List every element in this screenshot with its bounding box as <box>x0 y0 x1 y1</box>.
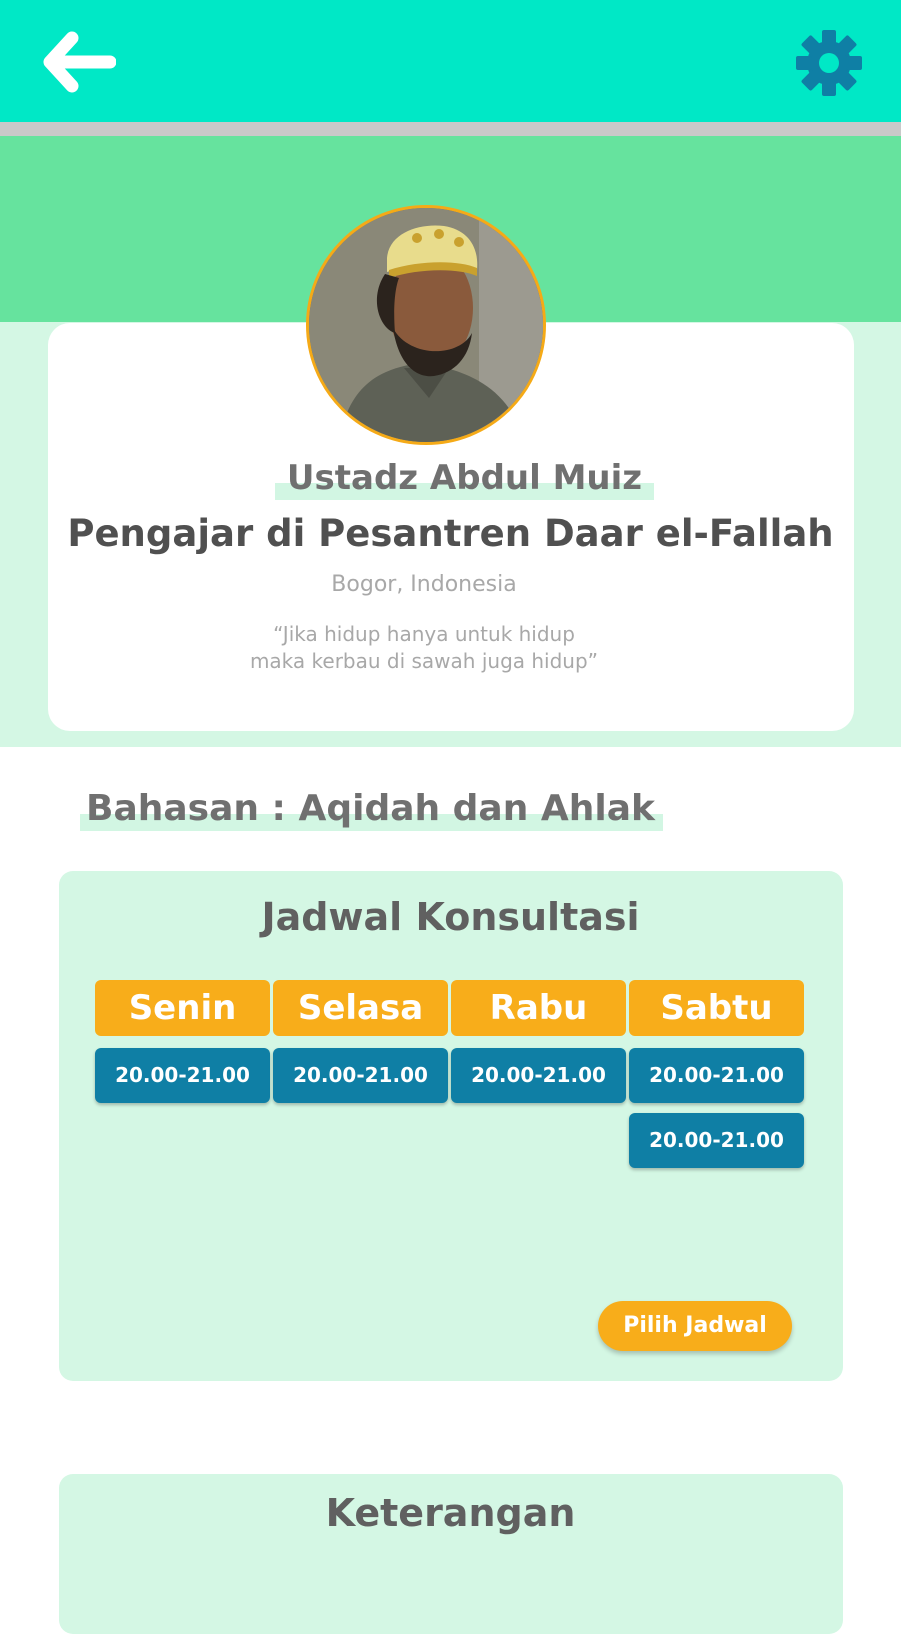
profile-name-row: Ustadz Abdul Muiz <box>0 458 901 500</box>
quote-line-1: “Jika hidup hanya untuk hidup <box>273 622 575 646</box>
time-slot-senin-1[interactable]: 20.00-21.00 <box>95 1048 270 1103</box>
day-header-senin: Senin <box>95 980 270 1036</box>
day-header-selasa: Selasa <box>273 980 448 1036</box>
schedule-title: Jadwal Konsultasi <box>261 895 640 939</box>
profile-name: Ustadz Abdul Muiz <box>274 458 655 500</box>
profile-quote: “Jika hidup hanya untuk hidup maka kerba… <box>0 621 848 675</box>
pick-schedule-button[interactable]: Pilih Jadwal <box>598 1301 792 1351</box>
time-slot-rabu-1[interactable]: 20.00-21.00 <box>451 1048 626 1103</box>
day-header-sabtu: Sabtu <box>629 980 804 1036</box>
quote-line-2: maka kerbau di sawah juga hidup” <box>249 649 599 673</box>
info-title: Keterangan <box>325 1491 576 1535</box>
topic-heading: Bahasan : Aqidah dan Ahlak <box>80 788 663 831</box>
profile-title: Pengajar di Pesantren Daar el-Fallah <box>67 512 834 555</box>
day-header-rabu: Rabu <box>451 980 626 1036</box>
gear-icon <box>796 30 862 96</box>
time-slot-sabtu-1[interactable]: 20.00-21.00 <box>629 1048 804 1103</box>
time-slot-sabtu-2[interactable]: 20.00-21.00 <box>629 1113 804 1168</box>
settings-button[interactable] <box>794 28 864 98</box>
profile-location: Bogor, Indonesia <box>331 572 517 597</box>
arrow-left-icon <box>43 31 117 93</box>
header-divider <box>0 122 901 136</box>
app-header <box>0 0 901 122</box>
time-slot-selasa-1[interactable]: 20.00-21.00 <box>273 1048 448 1103</box>
back-button[interactable] <box>40 30 117 94</box>
avatar <box>306 205 546 445</box>
